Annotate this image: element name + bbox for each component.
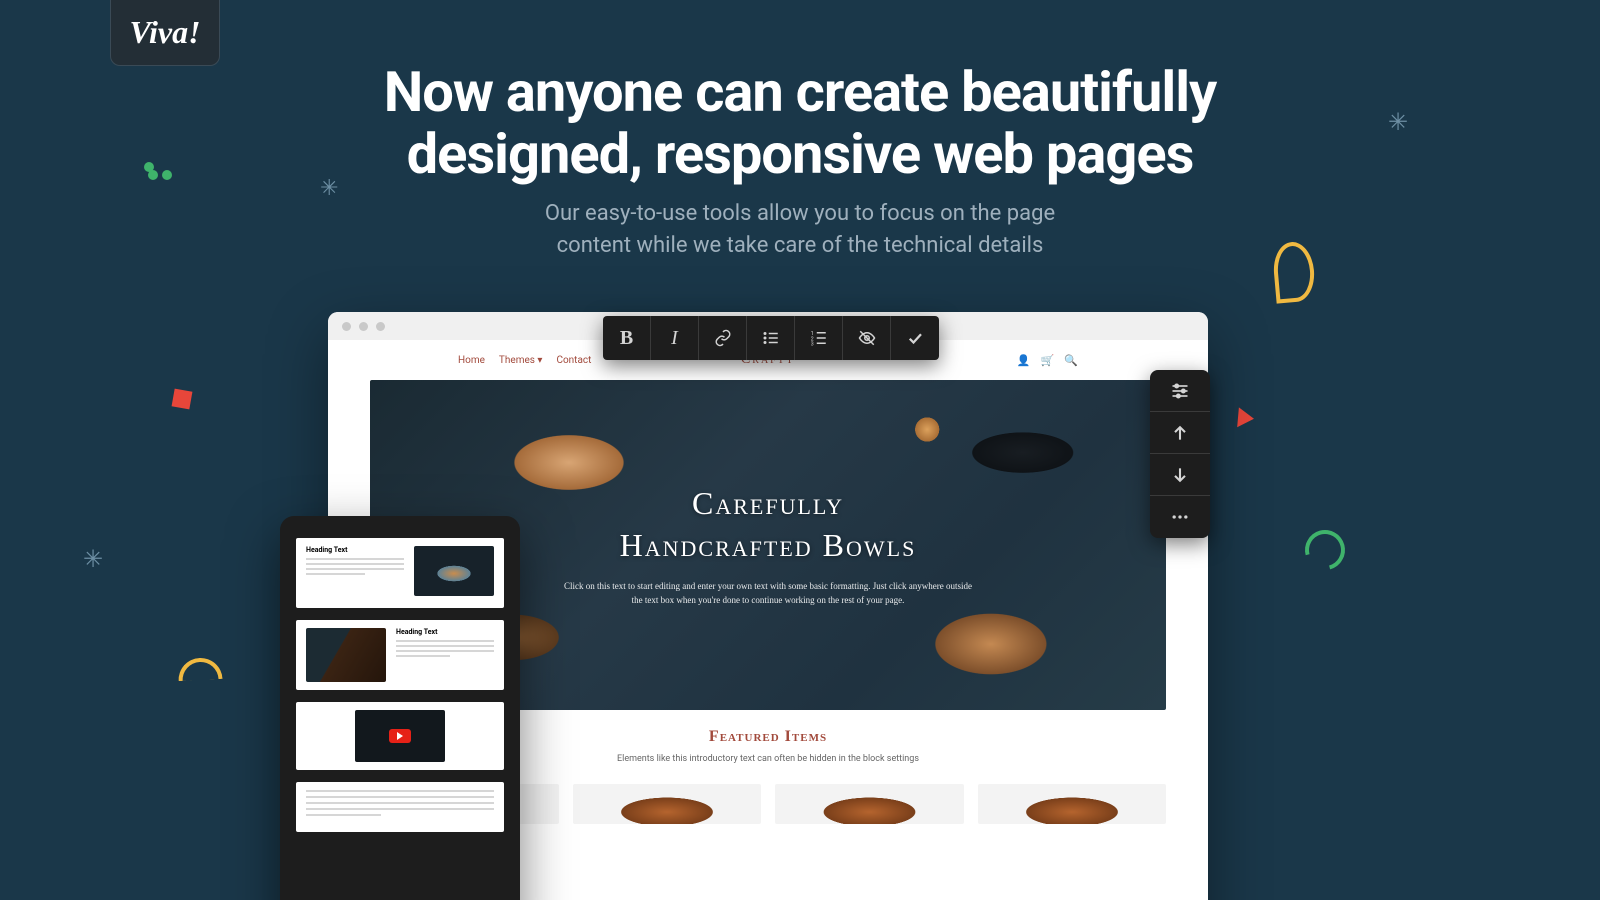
sparkle-icon: ✳ <box>320 176 338 201</box>
user-icon[interactable]: 👤 <box>1017 354 1031 367</box>
nav-themes[interactable]: Themes ▾ <box>499 355 543 366</box>
bullet-list-icon <box>762 329 780 347</box>
confetti-dots <box>140 165 172 184</box>
logo[interactable]: Viva! <box>110 0 220 66</box>
sparkle-icon: ✳ <box>83 545 103 573</box>
arrow-up-icon <box>1170 423 1190 443</box>
site-hero-heading: Carefully Handcrafted Bowls <box>620 483 917 566</box>
block-library-panel: Heading Text Heading Text <box>280 516 520 900</box>
block-settings-button[interactable] <box>1150 370 1210 412</box>
move-down-button[interactable] <box>1150 454 1210 496</box>
site-hero-text: Click on this text to start editing and … <box>558 580 978 607</box>
check-icon <box>906 329 924 347</box>
block-heading: Heading Text <box>306 546 404 554</box>
video-thumbnail <box>355 710 445 762</box>
text-format-toolbar: B I 123 <box>603 316 939 360</box>
window-dot <box>359 322 368 331</box>
numbered-list-icon: 123 <box>810 329 828 347</box>
eye-off-icon <box>858 329 876 347</box>
ellipsis-icon <box>1170 507 1190 527</box>
search-icon[interactable]: 🔍 <box>1064 354 1078 367</box>
block-heading: Heading Text <box>396 628 494 636</box>
numbered-list-button[interactable]: 123 <box>795 316 843 360</box>
play-icon <box>389 729 411 743</box>
link-button[interactable] <box>699 316 747 360</box>
product-card[interactable] <box>775 784 964 824</box>
block-thumbnail <box>414 546 494 596</box>
italic-button[interactable]: I <box>651 316 699 360</box>
block-template[interactable] <box>296 702 504 770</box>
block-template[interactable] <box>296 782 504 832</box>
more-options-button[interactable] <box>1150 496 1210 538</box>
block-thumbnail <box>306 628 386 682</box>
bold-button[interactable]: B <box>603 316 651 360</box>
sliders-icon <box>1170 381 1190 401</box>
window-dot <box>376 322 385 331</box>
confetti-square <box>172 389 193 410</box>
hero-subtitle: Our easy-to-use tools allow you to focus… <box>0 198 1600 262</box>
nav-home[interactable]: Home <box>458 355 485 366</box>
nav-contact[interactable]: Contact <box>556 355 591 366</box>
confirm-button[interactable] <box>891 316 939 360</box>
block-controls-panel <box>1150 370 1210 538</box>
hero-title: Now anyone can create beautifully design… <box>0 62 1600 185</box>
cart-icon[interactable]: 🛒 <box>1041 354 1055 367</box>
block-template[interactable]: Heading Text <box>296 538 504 608</box>
product-card[interactable] <box>573 784 762 824</box>
confetti-triangle <box>1237 407 1255 428</box>
move-up-button[interactable] <box>1150 412 1210 454</box>
arrow-down-icon <box>1170 465 1190 485</box>
product-card[interactable] <box>978 784 1167 824</box>
logo-text: Viva! <box>129 14 200 51</box>
block-template[interactable]: Heading Text <box>296 620 504 690</box>
sparkle-icon: ✳ <box>1388 108 1408 136</box>
hide-button[interactable] <box>843 316 891 360</box>
link-icon <box>714 329 732 347</box>
confetti-spiral <box>1298 523 1353 578</box>
window-dot <box>342 322 351 331</box>
confetti-arch <box>177 657 222 681</box>
svg-text:3: 3 <box>810 342 813 348</box>
bullet-list-button[interactable] <box>747 316 795 360</box>
